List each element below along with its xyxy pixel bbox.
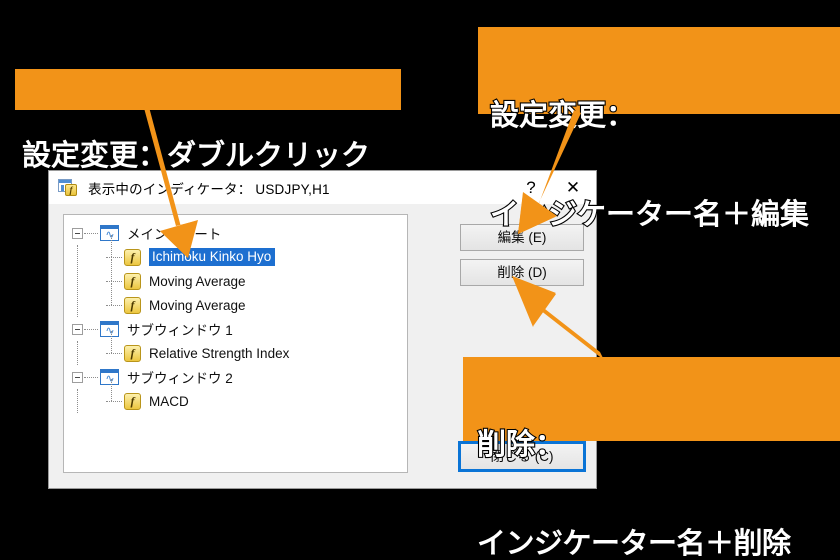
tree-item-label: Relative Strength Index	[149, 345, 290, 361]
collapse-icon[interactable]	[72, 371, 83, 383]
tree-group-label: サブウィンドウ 1	[127, 323, 233, 338]
tree-item-rsi[interactable]: f Relative Strength Index	[64, 331, 407, 365]
tree-connector	[106, 304, 122, 306]
indicator-tree: ∿ メインチャート f Ichimoku Kinko Hyo f Moving …	[64, 215, 407, 413]
tree-connector	[106, 352, 122, 354]
annotation-line-2: インジケーター名＋編集	[489, 197, 810, 232]
tree-group-label: サブウィンドウ 2	[127, 371, 233, 386]
tree-item-moving-average-1[interactable]: f Moving Average	[64, 259, 407, 293]
annotation-double-click: 設定変更：ダブルクリック	[15, 69, 401, 173]
annotation-line-1: 設定変更：	[489, 97, 636, 133]
chart-window-icon: ∿	[100, 321, 119, 337]
tree-item-label: Moving Average	[149, 297, 246, 313]
function-icon: f	[124, 272, 141, 290]
tree-connector	[106, 400, 122, 402]
tree-connector	[106, 280, 122, 282]
tree-connector	[84, 376, 98, 378]
tree-group-subwindow-2[interactable]: ∿ サブウィンドウ 2	[64, 365, 407, 389]
annotation-edit: 設定変更： インジケーター名＋編集	[478, 27, 840, 232]
annotation-delete: 削除： インジケーター名＋削除	[463, 357, 840, 560]
function-icon: f	[124, 296, 141, 314]
annotation-line-2: インジケーター名＋削除	[476, 526, 792, 560]
indicator-tree-panel[interactable]: ∿ メインチャート f Ichimoku Kinko Hyo f Moving …	[63, 214, 408, 473]
tree-item-label: MACD	[149, 393, 189, 409]
function-icon: f	[124, 392, 141, 410]
screenshot-canvas: f 表示中のインディケータ： USDJPY,H1 ? ✕ ∿ メインチャート f…	[0, 0, 840, 560]
tree-item-label: Ichimoku Kinko Hyo	[149, 248, 276, 266]
collapse-icon[interactable]	[72, 323, 83, 335]
tree-group-subwindow-1[interactable]: ∿ サブウィンドウ 1	[64, 317, 407, 341]
tree-item-ichimoku[interactable]: f Ichimoku Kinko Hyo	[64, 235, 407, 269]
function-icon: f	[124, 344, 141, 362]
annotation-line-1: 削除：	[476, 426, 565, 462]
annotation-line-1: 設定変更：ダブルクリック	[21, 137, 371, 173]
chart-window-icon: ∿	[100, 369, 119, 385]
tree-item-macd[interactable]: f MACD	[64, 379, 407, 413]
tree-item-moving-average-2[interactable]: f Moving Average	[64, 283, 407, 317]
tree-item-label: Moving Average	[149, 273, 246, 289]
function-icon: f	[124, 248, 141, 266]
tree-connector	[106, 256, 122, 258]
tree-connector	[84, 328, 98, 330]
